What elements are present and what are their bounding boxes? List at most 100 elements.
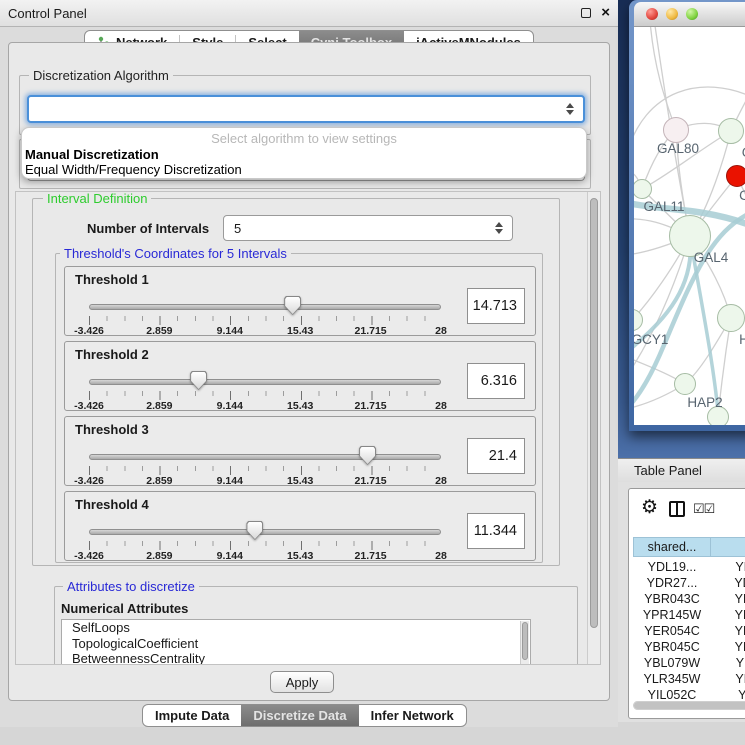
gear-icon[interactable]: ⚙ (641, 497, 658, 519)
settings-scrollbar[interactable] (587, 192, 600, 665)
thresholds-group: Threshold's Coordinates for 5 Intervals … (55, 253, 543, 563)
tick-label: -3.426 (74, 550, 104, 562)
table-row[interactable]: YDL19...YDL1 (633, 559, 745, 575)
tick-label: -3.426 (74, 400, 104, 412)
tab-discretize-data[interactable]: Discretize Data (241, 705, 358, 726)
algorithm-combobox[interactable] (27, 95, 585, 123)
numerical-attributes-list[interactable]: SelfLoops TopologicalCoefficient Between… (61, 619, 531, 665)
column-header-shared[interactable]: shared... (633, 537, 711, 557)
table-row[interactable]: YDR27...YDR2 (633, 575, 745, 591)
table-row[interactable]: YBL079WYBL0 (633, 655, 745, 671)
control-panel-window: Control Panel × Network Style Select Cyn… (0, 0, 618, 727)
tab-impute-data[interactable]: Impute Data (143, 705, 241, 726)
attributes-group-label: Attributes to discretize (63, 579, 199, 594)
window-title: Control Panel (8, 6, 87, 21)
tick-label: 28 (435, 550, 447, 562)
algorithm-option-equal-width[interactable]: Equal Width/Frequency Discretization (25, 162, 242, 177)
tick-label: 28 (435, 475, 447, 487)
tick-label: 21.715 (355, 475, 387, 487)
tick-label: 15.43 (287, 550, 313, 562)
tick-label: 9.144 (217, 475, 243, 487)
slider-ticks (89, 316, 442, 325)
numerical-attributes-label: Numerical Attributes (61, 601, 188, 616)
combo-arrows-icon (566, 103, 574, 115)
table-row[interactable]: YLR345WYLR3 (633, 671, 745, 687)
table-row[interactable]: YER054CYER0 (633, 623, 745, 639)
table-row[interactable]: YPR145WYPR1 (633, 607, 745, 623)
node-label-hap2: HAP2 (687, 395, 722, 410)
threshold-3-value[interactable]: 21.4 (467, 438, 525, 474)
select-columns-icon[interactable]: ☑☑ (693, 501, 714, 517)
threshold-4-value[interactable]: 11.344 (467, 513, 525, 549)
number-of-intervals-combobox[interactable]: 5 (223, 215, 513, 241)
list-item[interactable]: TopologicalCoefficient (62, 636, 530, 652)
network-node-red[interactable] (726, 165, 745, 187)
node-label-gcy1: GCY1 (634, 332, 668, 347)
tick-label: 21.715 (355, 400, 387, 412)
table-header: shared... n (633, 537, 745, 557)
table-panel-title: Table Panel (634, 463, 702, 478)
threshold-2-panel: Threshold 2 -3.426 2.859 9.144 15.43 21.… (64, 341, 536, 411)
tick-label: 9.144 (217, 400, 243, 412)
apply-button[interactable]: Apply (270, 671, 334, 693)
zoom-traffic-light-icon[interactable] (686, 8, 698, 20)
threshold-1-value[interactable]: 14.713 (467, 288, 525, 324)
threshold-2-value[interactable]: 6.316 (467, 363, 525, 399)
thresholds-group-label: Threshold's Coordinates for 5 Intervals (60, 246, 291, 261)
attributes-group: Attributes to discretize Numerical Attri… (54, 586, 578, 665)
tick-label: -3.426 (74, 325, 104, 337)
table-panel: ⚙ ☑☑ shared... n YDL19...YDL1 YDR27...YD… (618, 482, 745, 722)
cyni-toolbox-panel: Discretization Algorithm Select algorith… (8, 42, 610, 701)
table-rows: YDL19...YDL1 YDR27...YDR2 YBR043CYBR0 YP… (633, 559, 745, 703)
slider-thumb[interactable] (284, 296, 301, 315)
node-label-gal80: GAL80 (657, 141, 699, 156)
table-row[interactable]: YBR043CYBR0 (633, 591, 745, 607)
slider-thumb[interactable] (359, 446, 376, 465)
interval-definition-group: Interval Definition Number of Intervals … (32, 198, 560, 566)
network-view-window: GAL80 G C GAL11 GAL4 GCY1 H HAP2 (629, 0, 745, 431)
horizontal-scrollbar[interactable] (633, 701, 745, 710)
tick-label: 15.43 (287, 325, 313, 337)
algorithm-option-manual[interactable]: Manual Discretization (25, 147, 159, 162)
tab-infer-network[interactable]: Infer Network (359, 705, 466, 726)
list-item[interactable]: BetweennessCentrality (62, 651, 530, 665)
slider-thumb[interactable] (190, 371, 207, 390)
network-node-hap2[interactable] (674, 373, 696, 395)
network-node-g[interactable] (718, 118, 744, 144)
tick-label: 21.715 (355, 550, 387, 562)
threshold-1-slider[interactable] (89, 304, 441, 310)
threshold-3-slider[interactable] (89, 454, 441, 460)
list-scrollbar[interactable] (520, 621, 529, 664)
node-label-c: C (739, 188, 745, 203)
list-item[interactable]: SelfLoops (62, 620, 530, 636)
threshold-4-slider[interactable] (89, 529, 441, 535)
number-of-intervals-value: 5 (234, 221, 241, 236)
slider-ticks (89, 391, 442, 400)
tick-label: 9.144 (217, 550, 243, 562)
node-label-h: H (739, 332, 745, 347)
threshold-4-panel: Threshold 4 -3.426 2.859 9.144 15.43 21.… (64, 491, 536, 561)
column-layout-icon[interactable] (669, 501, 685, 517)
tick-label: 2.859 (146, 475, 172, 487)
close-icon[interactable]: × (601, 8, 610, 18)
network-node-h[interactable] (717, 304, 745, 332)
tick-label: 15.43 (287, 475, 313, 487)
minimize-traffic-light-icon[interactable] (666, 8, 678, 20)
network-node-gal80[interactable] (663, 117, 689, 143)
node-label-gal4: GAL4 (694, 250, 729, 265)
column-header-name[interactable]: n (711, 537, 745, 557)
table-panel-titlebar: Table Panel (618, 458, 745, 482)
slider-thumb[interactable] (246, 521, 263, 540)
network-canvas[interactable]: GAL80 G C GAL11 GAL4 GCY1 H HAP2 (634, 27, 745, 425)
table-row[interactable]: YBR045CYBR0 (633, 639, 745, 655)
tick-label: 2.859 (146, 400, 172, 412)
discretization-algorithm-label: Discretization Algorithm (29, 68, 173, 83)
algorithm-dropdown-popup: Select algorithm to view settings Manual… (21, 127, 587, 179)
slider-ticks (89, 541, 442, 550)
number-of-intervals-label: Number of Intervals (87, 221, 209, 236)
close-traffic-light-icon[interactable] (646, 8, 658, 20)
float-window-icon[interactable] (581, 8, 591, 18)
node-label-gal11: GAL11 (643, 199, 684, 214)
threshold-2-slider[interactable] (89, 379, 441, 385)
tick-label: -3.426 (74, 475, 104, 487)
